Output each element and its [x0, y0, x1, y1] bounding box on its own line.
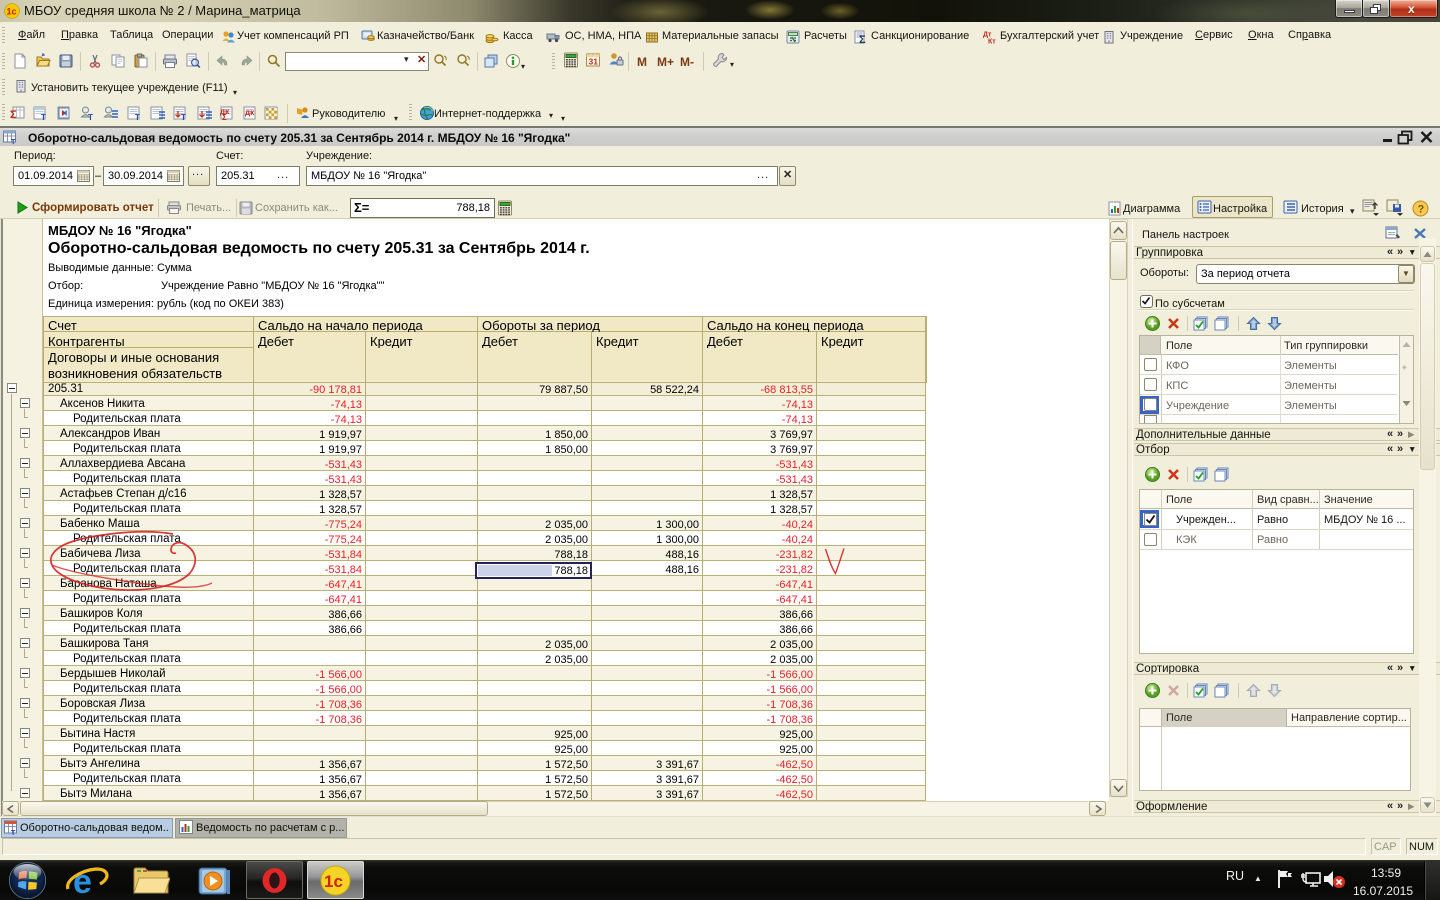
svg-text:T: T — [41, 113, 46, 121]
svg-text:e: e — [73, 863, 92, 899]
svg-text:Дт: Дт — [983, 32, 992, 39]
svg-text:1с: 1с — [324, 872, 343, 891]
svg-text:дк: дк — [245, 108, 255, 117]
svg-text:31: 31 — [589, 57, 599, 67]
svg-text:T: T — [181, 113, 186, 121]
svg-text:T: T — [11, 139, 16, 144]
svg-text:?: ? — [1418, 204, 1425, 216]
svg-text:Σ: Σ — [859, 34, 866, 44]
svg-text:Σ: Σ — [10, 109, 17, 121]
svg-text:T: T — [88, 113, 93, 121]
svg-text:1с: 1с — [7, 7, 17, 17]
svg-text:T: T — [135, 113, 140, 121]
svg-text:Σ: Σ — [222, 113, 227, 121]
svg-text:Кт: Кт — [988, 39, 996, 45]
svg-text:T: T — [11, 830, 16, 835]
